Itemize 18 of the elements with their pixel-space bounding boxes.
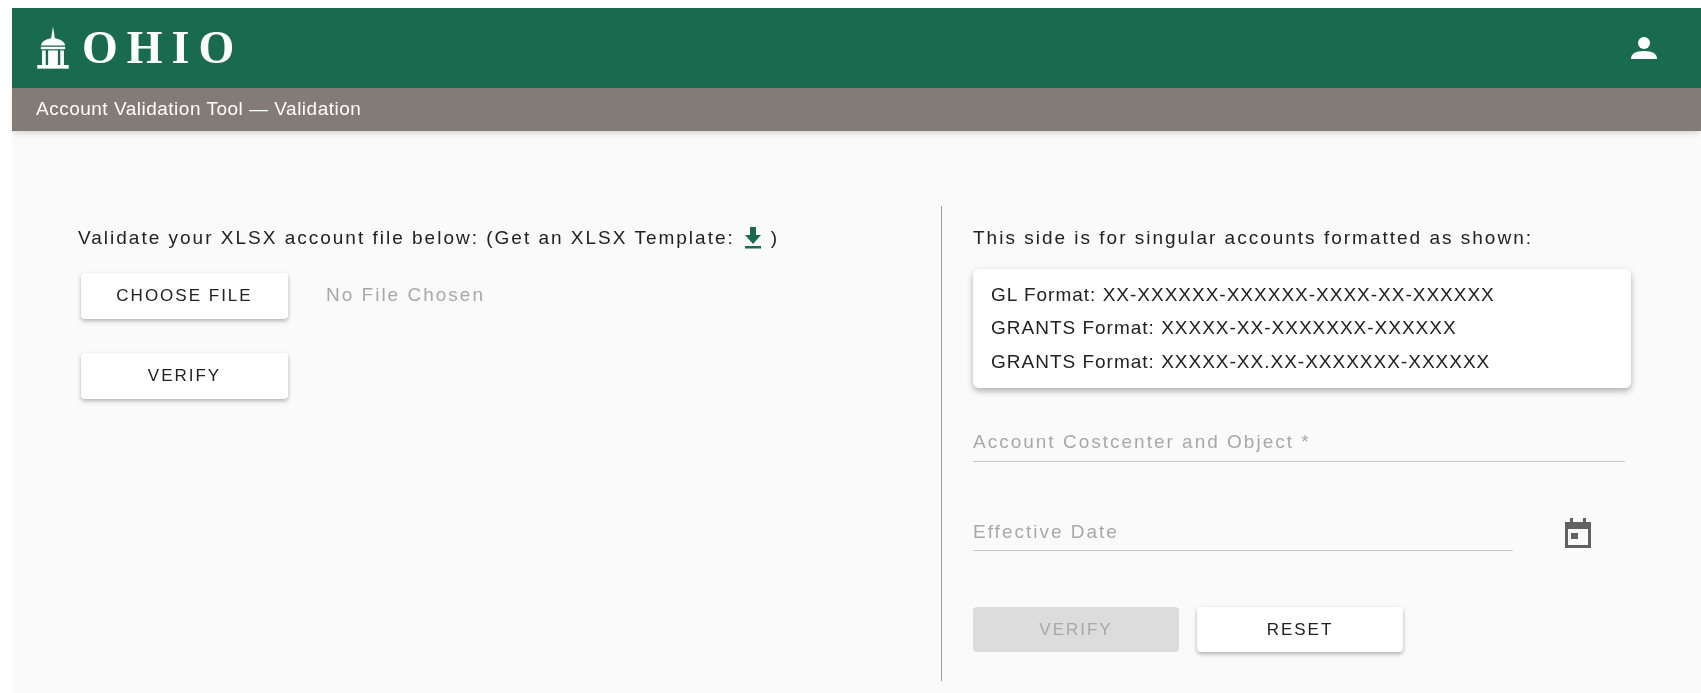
page-title: Account Validation Tool — Validation <box>36 97 362 122</box>
logo-text: OHIO <box>82 25 244 71</box>
download-icon[interactable] <box>742 227 763 250</box>
closing-parenthesis: ) <box>770 226 780 250</box>
format-line: GRANTS Format: XXXXX-XX-XXXXXXX-XXXXXX <box>991 316 1458 340</box>
format-line: GRANTS Format: XXXXX-XX.XX-XXXXXXX-XXXXXX <box>991 349 1492 374</box>
file-status-text: No File Chosen <box>326 283 485 308</box>
action-button[interactable]: RESET <box>1197 607 1403 652</box>
verify-button[interactable]: VERIFY <box>81 352 288 399</box>
account-field[interactable]: Account Costcenter and Object * <box>973 428 1625 462</box>
choose-file-button[interactable]: CHOOSE FILE <box>81 272 288 319</box>
format-line: GL Format: XX-XXXXXX-XXXXXX-XXXX-XX-XXXXXX <box>991 282 1496 307</box>
cupola-logo-icon <box>36 26 70 70</box>
date-field[interactable]: Effective Date <box>973 517 1513 551</box>
instruction-text: Validate your XLSX account file below: (Get an XLSX Template: <box>78 226 735 250</box>
user-icon[interactable] <box>1631 37 1657 59</box>
calendar-icon[interactable] <box>1563 518 1593 551</box>
intro-text: This side is for singular accounts formatted as shown: <box>973 226 1534 250</box>
